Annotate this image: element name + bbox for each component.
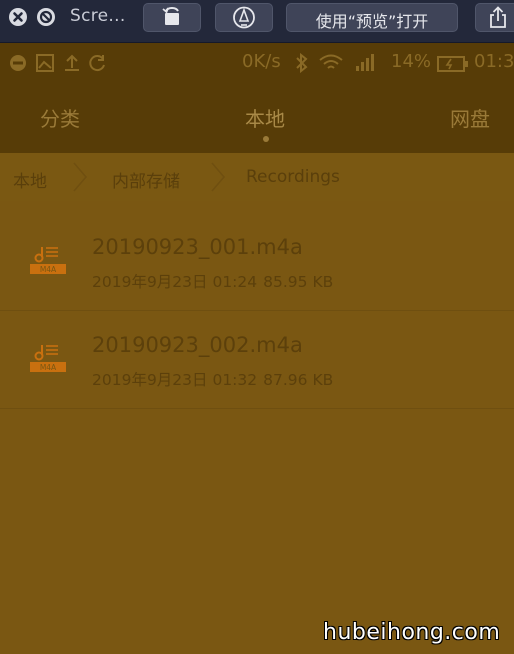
- file-list: M4A 20190923_001.m4a 2019年9月23日 01:24 85.…: [0, 213, 514, 409]
- audio-file-icon: M4A: [30, 345, 66, 372]
- file-meta: 2019年9月23日 01:24 85.95 KB: [92, 270, 339, 292]
- network-speed: 0K/s: [242, 51, 281, 72]
- close-icon[interactable]: [9, 8, 27, 26]
- bluetooth-icon: [296, 52, 308, 74]
- watermark: hubeihong.com: [323, 620, 501, 645]
- block-icon[interactable]: [37, 8, 55, 26]
- image-icon: [36, 54, 54, 72]
- file-row[interactable]: M4A 20190923_002.m4a 2019年9月23日 01:32 87.…: [0, 311, 514, 409]
- file-badge: M4A: [40, 363, 57, 372]
- status-time: 01:3: [474, 51, 514, 72]
- file-date: 2019年9月23日 01:24: [92, 273, 258, 291]
- rotate-button[interactable]: [143, 3, 201, 32]
- window-title: Scre...: [70, 6, 126, 26]
- audio-file-icon: M4A: [30, 247, 66, 274]
- rotate-icon: [162, 7, 179, 25]
- file-date: 2019年9月23日 01:32: [92, 371, 258, 389]
- file-row[interactable]: M4A 20190923_001.m4a 2019年9月23日 01:24 85.…: [0, 213, 514, 311]
- breadcrumb: 本地 内部存储 Recordings: [0, 153, 514, 201]
- breadcrumb-item-recordings[interactable]: Recordings: [246, 167, 340, 187]
- share-button[interactable]: [475, 3, 514, 32]
- sync-icon: [89, 55, 105, 72]
- markup-pen-icon: [233, 6, 255, 29]
- tab-cloud-drive[interactable]: 网盘: [450, 103, 490, 132]
- share-icon: [490, 6, 506, 28]
- battery-icon: [437, 56, 468, 72]
- notification-icon: [10, 55, 26, 71]
- active-tab-indicator: [263, 136, 269, 142]
- file-size: 85.95 KB: [263, 273, 334, 291]
- upload-icon: [65, 54, 79, 71]
- status-bar: 0K/s 14% 01:3: [0, 43, 514, 83]
- breadcrumb-item-internal-storage[interactable]: 内部存储: [112, 167, 180, 192]
- phone-screen: 0K/s 14% 01:3 分类 本地 网盘 本地 内部存储 Recording…: [0, 43, 514, 654]
- wifi-icon: [319, 54, 343, 69]
- file-meta: 2019年9月23日 01:32 87.96 KB: [92, 368, 339, 390]
- breadcrumb-chevron-icon: [73, 162, 87, 192]
- file-name: 20190923_001.m4a: [92, 235, 303, 259]
- top-nav: 分类 本地 网盘: [0, 83, 514, 153]
- tab-local[interactable]: 本地: [245, 103, 285, 132]
- preview-toolbar: Scre... 使用“预览”打开: [0, 0, 514, 43]
- signal-icon: [356, 54, 374, 71]
- breadcrumb-chevron-icon: [211, 162, 225, 192]
- file-size: 87.96 KB: [263, 371, 334, 389]
- breadcrumb-item-local[interactable]: 本地: [13, 167, 47, 192]
- open-with-preview-label: 使用“预览”打开: [315, 12, 429, 31]
- markup-button[interactable]: [215, 3, 273, 32]
- file-badge: M4A: [40, 265, 57, 274]
- open-with-preview-button[interactable]: 使用“预览”打开: [286, 3, 458, 32]
- file-name: 20190923_002.m4a: [92, 333, 303, 357]
- battery-percent: 14%: [391, 51, 432, 72]
- tab-category[interactable]: 分类: [40, 103, 80, 132]
